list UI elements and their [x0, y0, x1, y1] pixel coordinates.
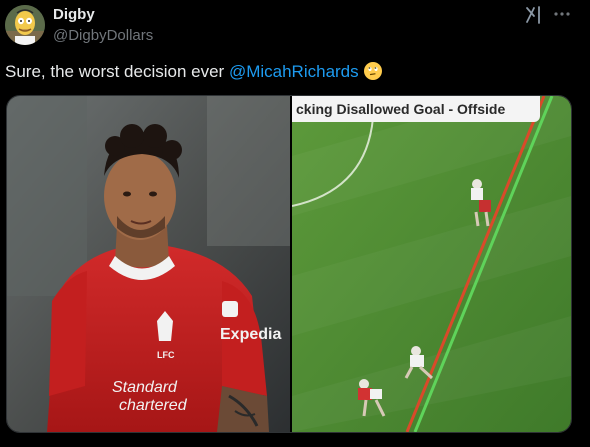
avatar[interactable]: [5, 5, 45, 45]
tweet-media[interactable]: Expedia LFC Standard chartered cking Dis…: [6, 95, 572, 433]
xai-grok-icon[interactable]: [525, 6, 543, 24]
thinking-face-emoji: [363, 62, 382, 80]
avatar-image: [5, 5, 45, 45]
tweet-card: Digby @DigbyDollars Sure, the worst deci…: [0, 0, 590, 447]
more-horizontal-icon[interactable]: [552, 4, 572, 24]
author-name[interactable]: Digby: [53, 6, 95, 23]
offside-caption: cking Disallowed Goal - Offside: [292, 96, 516, 122]
offside-caption-tail: [516, 96, 540, 122]
author-handle[interactable]: @DigbyDollars: [53, 27, 153, 44]
sponsor-expedia: Expedia: [220, 326, 281, 343]
tweet-text: Sure, the worst decision ever @MicahRich…: [5, 60, 383, 84]
mention-link[interactable]: @MicahRichards: [229, 62, 359, 81]
sponsor-chartered: chartered: [119, 397, 188, 414]
tweet-text-body: Sure, the worst decision ever: [5, 62, 229, 81]
offside-graphic[interactable]: [292, 96, 571, 432]
offside-caption-bar: cking Disallowed Goal - Offside: [292, 96, 571, 122]
sponsor-standard: Standard: [112, 379, 178, 396]
crest-lfc: LFC: [157, 350, 175, 360]
player-photo[interactable]: Expedia LFC Standard chartered: [7, 96, 290, 432]
